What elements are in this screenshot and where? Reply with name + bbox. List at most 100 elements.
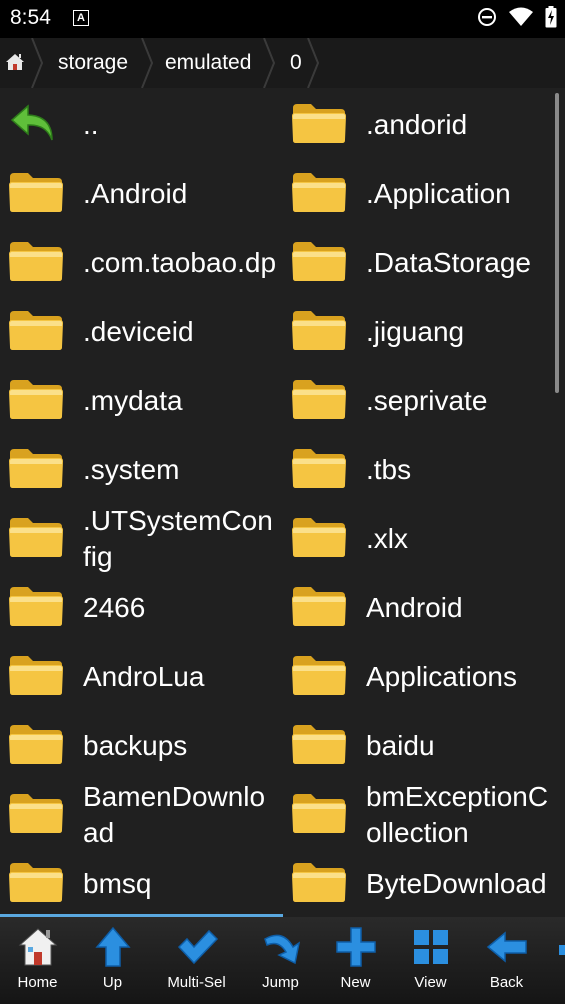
folder-icon (9, 242, 63, 281)
battery-icon (545, 6, 557, 28)
folder-icon (292, 104, 346, 143)
file-name: 2466 (83, 591, 146, 623)
file-name: .Application (366, 177, 511, 209)
plus-icon (336, 927, 376, 967)
checkmark-icon (177, 929, 219, 965)
status-icons (477, 6, 557, 28)
toolbar-back-button[interactable]: Back (469, 917, 544, 1004)
breadcrumb-separator (263, 38, 276, 88)
folder-item[interactable]: AndroLua (0, 642, 283, 711)
toolbar-label: Jump (262, 974, 299, 991)
back-arrow-icon (10, 104, 53, 141)
folder-icon (9, 380, 63, 419)
folder-icon (9, 518, 63, 557)
folder-item[interactable]: .mydata (0, 366, 283, 435)
back-arrow-icon (486, 931, 527, 963)
folder-item[interactable]: .com.taobao.dp (0, 228, 283, 297)
breadcrumb: storage emulated 0 (0, 38, 565, 88)
scrollbar[interactable] (555, 93, 559, 393)
file-name: ByteDownload (366, 867, 547, 899)
breadcrumb-storage[interactable]: storage (58, 38, 128, 88)
folder-item[interactable]: backups (0, 711, 283, 780)
do-not-disturb-icon (478, 8, 496, 26)
folder-item[interactable]: 2466 (0, 573, 283, 642)
file-name: .system (83, 453, 180, 485)
jump-arrow-icon (264, 934, 301, 965)
folder-icon (292, 794, 346, 833)
toolbar-label: Multi-Sel (167, 974, 226, 991)
folder-icon (9, 863, 63, 902)
file-grid: .. .andorid .Android .Application .com.taoba… (0, 90, 552, 916)
file-name: .mydata (83, 384, 183, 416)
folder-item[interactable]: .system (0, 435, 283, 504)
breadcrumb-emulated[interactable]: emulated (165, 38, 251, 88)
file-name: .seprivate (366, 384, 488, 416)
folder-item[interactable]: .seprivate (283, 366, 552, 435)
toolbar-new-button[interactable]: New (318, 917, 393, 1004)
folder-item[interactable]: baidu (283, 711, 552, 780)
folder-item[interactable]: .xlx (283, 504, 552, 573)
folder-item[interactable]: .Android (0, 159, 283, 228)
file-name: AndroLua (83, 660, 205, 692)
folder-item[interactable]: Applications (283, 642, 552, 711)
folder-icon (292, 311, 346, 350)
file-name: bmExceptionCollection (366, 780, 549, 848)
toolbar-label: New (340, 974, 371, 991)
status-bar: 8:54 A (0, 0, 565, 38)
file-name: .xlx (366, 522, 408, 554)
folder-icon (9, 173, 63, 212)
folder-icon (292, 449, 346, 488)
file-name: .deviceid (83, 315, 194, 347)
folder-item[interactable]: ByteDownload (283, 849, 552, 916)
breadcrumb-separator (141, 38, 154, 88)
toolbar-jump-button[interactable]: Jump (243, 917, 318, 1004)
breadcrumb-root[interactable]: 0 (290, 38, 302, 88)
file-name: .tbs (366, 453, 412, 485)
file-name: .Android (83, 177, 188, 209)
folder-item[interactable]: .DataStorage (283, 228, 552, 297)
notification-a-icon: A (73, 10, 89, 26)
home-crumb-icon[interactable] (4, 51, 26, 73)
grid-view-icon (414, 930, 448, 964)
file-name: .andorid (366, 108, 468, 140)
folder-icon (292, 725, 346, 764)
toolbar-label: Up (102, 974, 123, 991)
parent-directory-item[interactable]: .. (0, 90, 283, 159)
toolbar-up-button[interactable]: Up (75, 917, 150, 1004)
folder-icon (292, 242, 346, 281)
folder-item[interactable]: .UTSystemConfig (0, 504, 283, 573)
file-name: baidu (366, 729, 435, 761)
breadcrumb-separator (31, 38, 44, 88)
folder-icon (9, 587, 63, 626)
folder-icon (292, 863, 346, 902)
folder-icon (292, 656, 346, 695)
file-name: .UTSystemConfig (83, 504, 273, 572)
folder-icon (292, 518, 346, 557)
folder-item[interactable]: .jiguang (283, 297, 552, 366)
folder-item[interactable]: .deviceid (0, 297, 283, 366)
folder-item[interactable]: bmExceptionCollection (283, 780, 552, 849)
file-name: backups (83, 729, 188, 761)
folder-item[interactable]: BamenDownload (0, 780, 283, 849)
file-name: .. (83, 108, 99, 140)
toolbar-home-button[interactable]: Home (0, 917, 75, 1004)
folder-item[interactable]: bmsq (0, 849, 283, 916)
toolbar-multi-sel-button[interactable]: Multi-Sel (159, 917, 234, 1004)
file-name: Android (366, 591, 463, 623)
folder-icon (9, 656, 63, 695)
folder-item[interactable]: Android (283, 573, 552, 642)
folder-item[interactable]: .andorid (283, 90, 552, 159)
folder-item[interactable]: .tbs (283, 435, 552, 504)
toolbar-label: Home (17, 974, 58, 991)
toolbar-view-button[interactable]: View (393, 917, 468, 1004)
file-name: BamenDownload (83, 780, 266, 848)
bottom-toolbar: Home Up Multi-Sel Jump New View Back (0, 917, 565, 1004)
file-name: .com.taobao.dp (83, 246, 277, 278)
folder-icon (9, 725, 63, 764)
folder-item[interactable]: .Application (283, 159, 552, 228)
file-name: .DataStorage (366, 246, 531, 278)
folder-icon (9, 794, 63, 833)
folder-icon (9, 449, 63, 488)
toolbar-overflow-edge[interactable] (559, 945, 565, 955)
file-name: bmsq (83, 867, 152, 899)
